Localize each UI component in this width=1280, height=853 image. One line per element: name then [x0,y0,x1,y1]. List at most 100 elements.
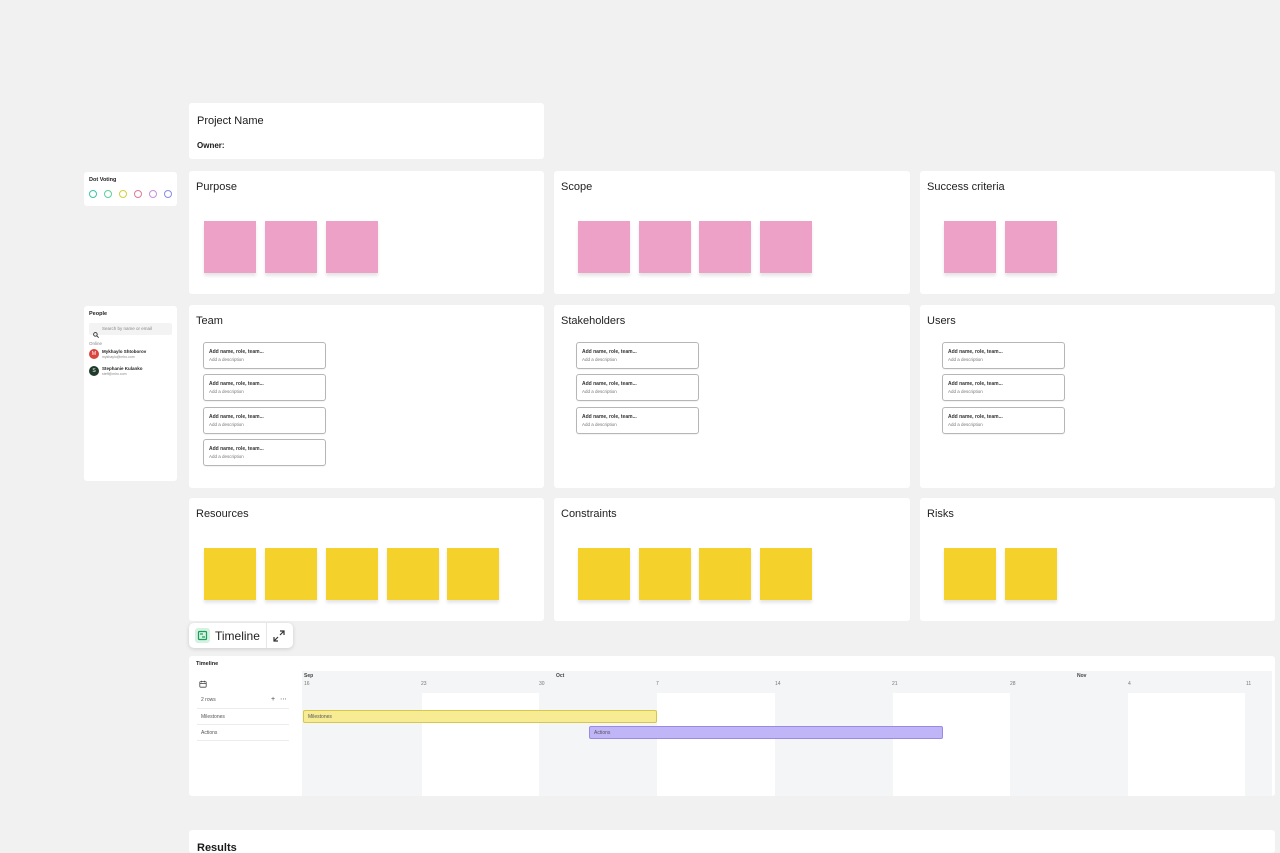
timeline-panel[interactable]: Timeline 2 rows + ⋯ Milestones Actions S… [189,656,1275,796]
row-label[interactable]: Actions [201,730,217,736]
resources-title[interactable]: Resources [196,508,249,520]
people-search-placeholder: Search by name or email [102,326,153,331]
vote-dot-5[interactable] [149,190,157,198]
week-column [1010,693,1128,796]
week-tick: 4 [1128,681,1131,687]
online-label: Online [89,341,103,346]
week-tick: 16 [304,681,310,687]
person-email: mykhaylo@miro.com [102,355,135,359]
row-label[interactable]: Milestones [201,714,225,720]
scope-title[interactable]: Scope [561,181,592,193]
card-description: Add a description [582,357,617,362]
person-row[interactable]: S Stephanie Kulanko steff@miro.com [89,365,172,379]
sticky-note[interactable] [578,221,630,273]
sticky-note[interactable] [1005,548,1057,600]
sticky-note[interactable] [1005,221,1057,273]
sticky-note[interactable] [944,548,996,600]
sticky-note[interactable] [760,221,812,273]
sticky-note[interactable] [639,548,691,600]
sticky-note[interactable] [265,221,317,273]
sticky-note[interactable] [447,548,499,600]
card-description: Add a description [209,357,244,362]
people-title: People [89,311,108,317]
person-card[interactable]: Add name, role, team... Add a description [576,342,699,369]
sticky-note[interactable] [265,548,317,600]
owner-label[interactable]: Owner: [197,141,225,150]
sticky-note[interactable] [699,548,751,600]
card-title: Add name, role, team... [209,414,264,420]
person-card[interactable]: Add name, role, team... Add a description [576,374,699,401]
timeline-icon [195,628,210,643]
card-title: Add name, role, team... [209,446,264,452]
sticky-note[interactable] [326,221,378,273]
avatar: M [89,349,99,359]
timeline-widget-button[interactable]: Timeline [191,625,265,646]
success-criteria-title[interactable]: Success criteria [927,181,1005,193]
sticky-note[interactable] [699,221,751,273]
timeline-bar-milestones[interactable]: Milestones [303,710,657,723]
person-card[interactable]: Add name, role, team... Add a description [203,374,326,401]
person-card[interactable]: Add name, role, team... Add a description [203,407,326,434]
card-description: Add a description [209,422,244,427]
timeline-toolbar: Timeline [189,623,293,648]
risks-title[interactable]: Risks [927,508,954,520]
vote-dot-3[interactable] [119,190,127,198]
add-row-icon[interactable]: + [271,696,275,703]
expand-button[interactable] [269,626,289,645]
person-name: Mykhaylo Shtoborov [102,349,147,354]
people-search[interactable]: Search by name or email [89,323,172,339]
card-description: Add a description [948,357,983,362]
users-title[interactable]: Users [927,315,956,327]
person-card[interactable]: Add name, role, team... Add a description [942,342,1065,369]
vote-dot-6[interactable] [164,190,172,198]
card-description: Add a description [582,422,617,427]
team-title[interactable]: Team [196,315,223,327]
person-row[interactable]: M Mykhaylo Shtoborov mykhaylo@miro.com [89,348,172,362]
card-title: Add name, role, team... [209,349,264,355]
sticky-note[interactable] [944,221,996,273]
expand-icon [273,629,285,647]
vote-dot-2[interactable] [104,190,112,198]
month-label: Oct [556,673,565,679]
person-card[interactable]: Add name, role, team... Add a description [203,342,326,369]
sticky-note[interactable] [326,548,378,600]
person-card[interactable]: Add name, role, team... Add a description [942,407,1065,434]
week-tick: 14 [775,681,781,687]
week-tick: 7 [656,681,659,687]
bar-label: Milestones [308,714,332,720]
week-tick: 30 [539,681,545,687]
project-title[interactable]: Project Name [197,115,264,127]
results-panel[interactable]: Results [189,830,1275,853]
dot-voting-widget[interactable]: Dot Voting [84,172,177,206]
stakeholders-title[interactable]: Stakeholders [561,315,625,327]
calendar-button[interactable] [199,675,207,688]
more-icon[interactable]: ⋯ [280,695,287,703]
sticky-note[interactable] [639,221,691,273]
timeline-toolbar-label: Timeline [215,629,260,643]
row-divider [197,708,289,709]
person-card[interactable]: Add name, role, team... Add a description [942,374,1065,401]
sticky-note[interactable] [760,548,812,600]
week-column [775,693,893,796]
person-card[interactable]: Add name, role, team... Add a description [576,407,699,434]
card-description: Add a description [582,389,617,394]
sticky-note[interactable] [578,548,630,600]
calendar-icon [199,675,207,692]
card-title: Add name, role, team... [209,381,264,387]
purpose-title[interactable]: Purpose [196,181,237,193]
rows-count-label: 2 rows [201,697,216,703]
vote-dot-4[interactable] [134,190,142,198]
week-tick: 23 [421,681,427,687]
constraints-title[interactable]: Constraints [561,508,617,520]
project-name-panel[interactable]: Project Name Owner: [189,103,544,159]
week-tick: 11 [1246,681,1252,687]
week-column [1245,693,1272,796]
vote-dot-1[interactable] [89,190,97,198]
sticky-note[interactable] [387,548,439,600]
sticky-note[interactable] [204,221,256,273]
card-title: Add name, role, team... [582,349,637,355]
results-title[interactable]: Results [197,842,237,853]
timeline-bar-actions[interactable]: Actions [589,726,943,739]
person-card[interactable]: Add name, role, team... Add a description [203,439,326,466]
sticky-note[interactable] [204,548,256,600]
